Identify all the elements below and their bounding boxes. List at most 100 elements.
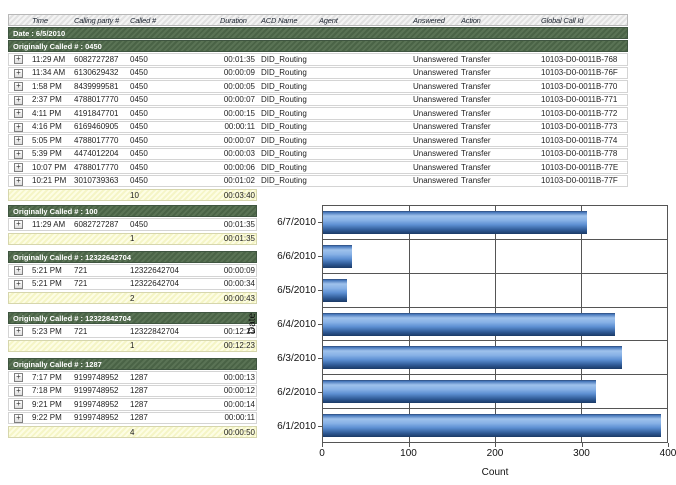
- cell-action: Transfer: [458, 68, 538, 77]
- chart-band: [323, 274, 667, 308]
- chart-band: [323, 375, 667, 409]
- cell-time: 1:58 PM: [29, 82, 71, 91]
- expand-plus-icon[interactable]: +: [14, 400, 23, 409]
- cell-duration: 00:01:02: [217, 176, 258, 185]
- expand-cell: +: [9, 219, 29, 229]
- expand-plus-icon[interactable]: +: [14, 109, 23, 118]
- bar-6/1/2010[interactable]: [323, 414, 661, 437]
- x-tick: [322, 443, 323, 447]
- header-answered[interactable]: Answered: [410, 16, 458, 25]
- cell-calling-party: 4788017770: [71, 163, 127, 172]
- bar-6/3/2010[interactable]: [323, 346, 622, 369]
- y-tick-label: 6/3/2010: [277, 353, 316, 364]
- call-row: + 2:37 PM 4788017770 0450 00:00:07 DID_R…: [8, 94, 628, 107]
- bar-6/2/2010[interactable]: [323, 380, 596, 403]
- cell-time: 7:18 PM: [29, 386, 71, 395]
- header-global-call-id[interactable]: Global Call Id: [538, 16, 629, 25]
- expand-plus-icon[interactable]: +: [14, 373, 23, 382]
- expand-plus-icon[interactable]: +: [14, 82, 23, 91]
- cell-calling-party: 8439999581: [71, 82, 127, 91]
- expand-plus-icon[interactable]: +: [14, 55, 23, 64]
- expand-plus-icon[interactable]: +: [14, 123, 23, 132]
- cell-acd-name: DID_Routing: [258, 122, 316, 131]
- expand-cell: +: [9, 372, 29, 382]
- summary-count: 1: [127, 341, 217, 350]
- expand-plus-icon[interactable]: +: [14, 387, 23, 396]
- call-row: + 9:22 PM 9199748952 1287 00:00:11: [8, 412, 257, 425]
- expand-plus-icon[interactable]: +: [14, 177, 23, 186]
- expand-plus-icon[interactable]: +: [14, 414, 23, 423]
- header-called[interactable]: Called #: [127, 16, 217, 25]
- expand-cell: +: [9, 122, 29, 132]
- call-row: + 7:18 PM 9199748952 1287 00:00:12: [8, 385, 257, 398]
- cell-global-call-id: 10103-D0-0011B-778: [538, 149, 629, 158]
- expand-plus-icon[interactable]: +: [14, 69, 23, 78]
- group4-header-band: Originally Called # : 12322842704: [8, 312, 257, 324]
- cell-answered: Unanswered: [410, 109, 458, 118]
- cell-acd-name: DID_Routing: [258, 149, 316, 158]
- group-section-12322842704: Originally Called # : 12322842704 + 5:23…: [8, 312, 257, 353]
- cell-calling-party: 4788017770: [71, 136, 127, 145]
- expand-plus-icon[interactable]: +: [14, 163, 23, 172]
- call-row: + 4:11 PM 4191847701 0450 00:00:15 DID_R…: [8, 107, 628, 120]
- cell-called: 0450: [127, 136, 217, 145]
- cell-called: 0450: [127, 149, 217, 158]
- group3-header-band: Originally Called # : 12322642704: [8, 251, 257, 263]
- call-row: + 10:07 PM 4788017770 0450 00:00:06 DID_…: [8, 161, 628, 174]
- expand-plus-icon[interactable]: +: [14, 136, 23, 145]
- cell-time: 11:34 AM: [29, 68, 71, 77]
- cell-acd-name: DID_Routing: [258, 68, 316, 77]
- expand-cell: +: [9, 162, 29, 172]
- cell-global-call-id: 10103-D0-0011B-773: [538, 122, 629, 131]
- chart-plot: [322, 205, 668, 443]
- cell-acd-name: DID_Routing: [258, 95, 316, 104]
- call-row: + 4:16 PM 6169460905 0450 00:00:11 DID_R…: [8, 121, 628, 134]
- cell-answered: Unanswered: [410, 55, 458, 64]
- expand-plus-icon[interactable]: +: [14, 280, 23, 289]
- call-row: + 5:05 PM 4788017770 0450 00:00:07 DID_R…: [8, 134, 628, 147]
- expand-cell: +: [9, 68, 29, 78]
- cell-answered: Unanswered: [410, 136, 458, 145]
- header-agent[interactable]: Agent: [316, 16, 410, 25]
- header-calling-party[interactable]: Calling party #: [71, 16, 127, 25]
- expand-plus-icon[interactable]: +: [14, 327, 23, 336]
- x-tick-label: 100: [400, 448, 417, 459]
- summary-count: 2: [127, 294, 217, 303]
- cell-called: 0450: [127, 163, 217, 172]
- cell-global-call-id: 10103-D0-0011B-77E: [538, 163, 629, 172]
- bar-6/4/2010[interactable]: [323, 313, 615, 336]
- y-tick-label: 6/4/2010: [277, 319, 316, 330]
- expand-cell: +: [9, 135, 29, 145]
- x-tick-label: 0: [319, 448, 325, 459]
- call-row: + 5:39 PM 4474012204 0450 00:00:03 DID_R…: [8, 148, 628, 161]
- x-tick: [668, 443, 669, 447]
- call-row: + 5:21 PM 721 12322642704 00:00:34: [8, 278, 257, 291]
- bar-6/6/2010[interactable]: [323, 245, 352, 268]
- header-time[interactable]: Time: [29, 16, 71, 25]
- y-label-row: 6/2/2010: [240, 375, 322, 409]
- summary-count: 4: [127, 428, 217, 437]
- header-acd-name[interactable]: ACD Name: [258, 16, 316, 25]
- x-tick: [582, 443, 583, 447]
- bar-6/5/2010[interactable]: [323, 279, 347, 302]
- cell-global-call-id: 10103-D0-0011B-770: [538, 82, 629, 91]
- header-action[interactable]: Action: [458, 16, 538, 25]
- group1-rows: + 11:29 AM 6082727287 0450 00:01:35 DID_…: [8, 53, 628, 187]
- cell-time: 2:37 PM: [29, 95, 71, 104]
- cell-called: 1287: [127, 413, 217, 422]
- header-duration[interactable]: Duration: [217, 16, 258, 25]
- chart-band: [323, 206, 667, 240]
- expand-cell: +: [9, 176, 29, 186]
- cell-called: 1287: [127, 400, 217, 409]
- expand-plus-icon[interactable]: +: [14, 96, 23, 105]
- expand-plus-icon[interactable]: +: [14, 150, 23, 159]
- cell-global-call-id: 10103-D0-0011B-772: [538, 109, 629, 118]
- group-section-1287: Originally Called # : 1287 + 7:17 PM 919…: [8, 358, 257, 439]
- bar-6/7/2010[interactable]: [323, 211, 587, 234]
- expand-plus-icon[interactable]: +: [14, 266, 23, 275]
- expand-plus-icon[interactable]: +: [14, 220, 23, 229]
- y-tick-label: 6/5/2010: [277, 285, 316, 296]
- cell-answered: Unanswered: [410, 95, 458, 104]
- cell-global-call-id: 10103-D0-0011B-76F: [538, 68, 629, 77]
- cell-time: 7:17 PM: [29, 373, 71, 382]
